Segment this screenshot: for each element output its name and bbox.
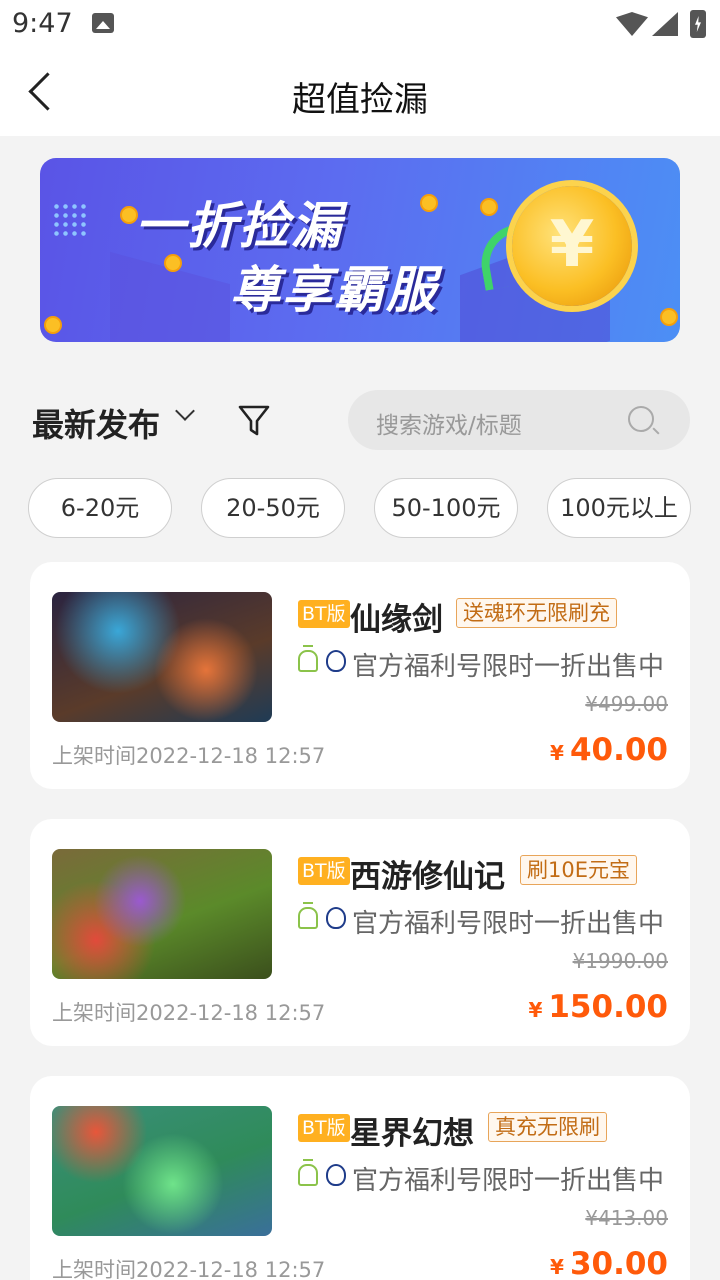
promo-banner[interactable]: 一折捡漏 尊享霸服 ¥ [40, 158, 680, 342]
listing-description: 官方福利号限时一折出售中 [352, 909, 665, 939]
price-chip[interactable]: 20-50元 [201, 478, 345, 538]
apple-icon [326, 1164, 346, 1186]
sale-price: ¥150.00 [528, 989, 668, 1025]
coin-icon [44, 316, 62, 334]
price-chip[interactable]: 50-100元 [374, 478, 518, 538]
listed-time: 上架时间2022-12-18 12:57 [52, 1001, 326, 1025]
game-name: 西游修仙记 [350, 859, 505, 895]
perk-tag: 送魂环无限刷充 [456, 598, 617, 628]
coin-icon [480, 198, 498, 216]
original-price: ¥499.00 [585, 692, 668, 716]
perk-tag: 刷10E元宝 [520, 855, 637, 885]
apple-icon [326, 907, 346, 929]
banner-headline: 一折捡漏 [135, 197, 343, 255]
nav-bar: 超值捡漏 [0, 50, 720, 136]
image-notification-icon [92, 13, 114, 33]
wifi-icon [616, 12, 648, 36]
game-name: 星界幻想 [350, 1116, 474, 1152]
dot-grid-decoration [52, 202, 88, 238]
banner-subheadline: 尊享霸服 [230, 261, 438, 319]
listing-card[interactable]: BT版 仙缘剑 送魂环无限刷充 官方福利号限时一折出售中 ¥499.00 上架时… [30, 562, 690, 789]
status-bar: 9:47 [0, 0, 720, 50]
listing-description: 官方福利号限时一折出售中 [352, 652, 665, 682]
listing-card[interactable]: BT版 星界幻想 真充无限刷 官方福利号限时一折出售中 ¥413.00 上架时间… [30, 1076, 690, 1280]
sale-price: ¥30.00 [550, 1246, 668, 1280]
bt-version-badge: BT版 [298, 857, 350, 885]
price-chip[interactable]: 6-20元 [28, 478, 172, 538]
sale-price: ¥40.00 [550, 732, 668, 768]
filter-bar: 最新发布 搜索游戏/标题 [0, 388, 720, 452]
apple-icon [326, 650, 346, 672]
android-icon [298, 902, 318, 929]
page-title: 超值捡漏 [292, 80, 428, 120]
game-name: 仙缘剑 [350, 602, 443, 638]
original-price: ¥1990.00 [572, 949, 668, 973]
android-icon [298, 1159, 318, 1186]
listed-time: 上架时间2022-12-18 12:57 [52, 1258, 326, 1280]
sort-dropdown[interactable]: 最新发布 [32, 400, 160, 446]
signal-icon [652, 12, 678, 36]
game-screenshot [52, 592, 272, 722]
filter-funnel-icon[interactable] [238, 404, 270, 438]
perk-tag: 真充无限刷 [488, 1112, 607, 1142]
original-price: ¥413.00 [585, 1206, 668, 1230]
game-screenshot [52, 849, 272, 979]
android-icon [298, 645, 318, 672]
bt-version-badge: BT版 [298, 600, 350, 628]
price-chip[interactable]: 100元以上 [547, 478, 691, 538]
status-time: 9:47 [12, 8, 73, 39]
search-placeholder: 搜索游戏/标题 [376, 413, 522, 439]
big-coin-icon: ¥ [512, 186, 632, 306]
search-icon[interactable] [628, 406, 654, 432]
coin-icon [660, 308, 678, 326]
chevron-down-icon[interactable] [175, 401, 195, 421]
game-screenshot [52, 1106, 272, 1236]
listed-time: 上架时间2022-12-18 12:57 [52, 744, 326, 768]
listing-description: 官方福利号限时一折出售中 [352, 1166, 665, 1196]
battery-charging-icon [690, 10, 706, 38]
listing-card[interactable]: BT版 西游修仙记 刷10E元宝 官方福利号限时一折出售中 ¥1990.00 上… [30, 819, 690, 1046]
bt-version-badge: BT版 [298, 1114, 350, 1142]
coin-icon [420, 194, 438, 212]
search-input[interactable]: 搜索游戏/标题 [348, 390, 690, 450]
